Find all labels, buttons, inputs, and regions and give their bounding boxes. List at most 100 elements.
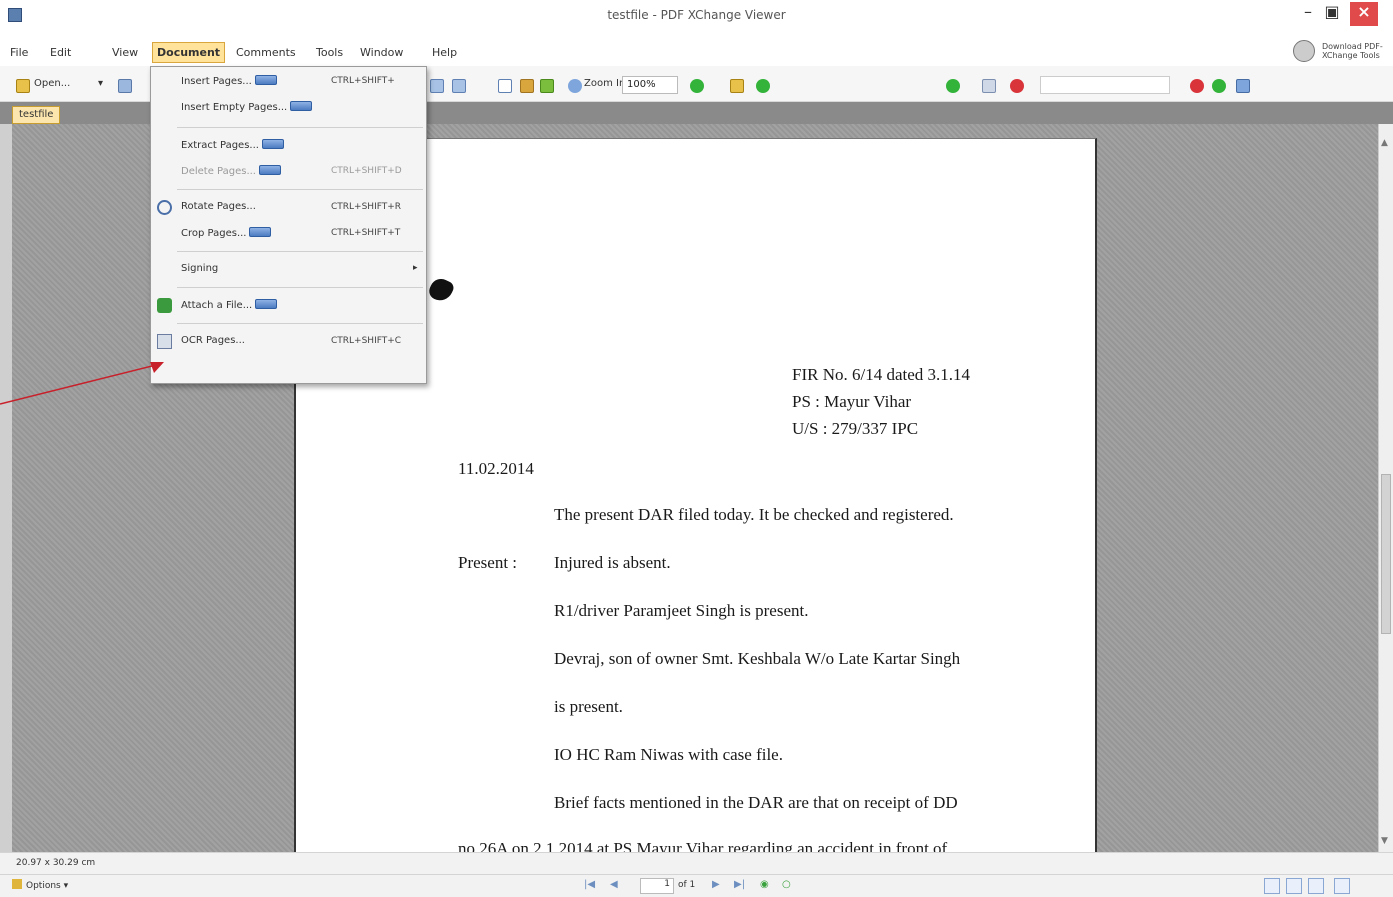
rotate-pages-shortcut: CTRL+SHIFT+R [331, 202, 402, 212]
order-line: Injured is absent. [554, 553, 671, 572]
left-gutter [0, 124, 12, 852]
play-icon[interactable] [946, 79, 960, 93]
scroll-down-icon[interactable]: ▼ [1381, 836, 1388, 846]
single-page-view-icon[interactable] [1264, 878, 1280, 894]
search-icon[interactable] [1190, 79, 1204, 93]
ps-line: PS : Mayur Vihar [792, 392, 912, 411]
order-date: 11.02.2014 [458, 459, 534, 478]
forward-view-icon[interactable]: ○ [782, 879, 791, 890]
menu-item-crop-pages[interactable]: Crop Pages... CTRL+SHIFT+T [151, 223, 428, 245]
menu-separator [177, 127, 423, 128]
attach-file-icon [157, 298, 172, 313]
delete-pages-label: Delete Pages... [181, 165, 281, 177]
back-view-icon[interactable]: ◉ [760, 879, 769, 890]
facing-view-icon[interactable] [1308, 878, 1324, 894]
insert-pages-label: Insert Pages... [181, 75, 277, 87]
close-icon[interactable]: × [1350, 2, 1378, 26]
order-line: no.26A on 2.1.2014 at PS Mayur Vihar reg… [458, 839, 948, 852]
order-line: Devraj, son of owner Smt. Keshbala W/o L… [554, 649, 961, 668]
us-line: U/S : 279/337 IPC [792, 419, 919, 438]
menu-separator [177, 251, 423, 252]
scroll-up-icon[interactable]: ▲ [1381, 138, 1388, 148]
pro-feature-icon [261, 139, 284, 149]
order-line: IO HC Ram Niwas with case file. [554, 745, 783, 764]
menu-document[interactable]: Document [152, 42, 226, 63]
order-line: Brief facts mentioned in the DAR are tha… [554, 793, 958, 812]
hand-tool-icon[interactable] [730, 79, 744, 93]
menu-edit[interactable]: Edit [50, 46, 71, 59]
menu-item-insert-pages[interactable]: Insert Pages... CTRL+SHIFT+ [151, 71, 428, 93]
pro-feature-icon [290, 101, 313, 111]
vertical-scrollbar[interactable]: ▲ ▼ [1378, 124, 1393, 852]
prev-page-icon[interactable]: ◀ [610, 879, 618, 890]
ocr-pages-shortcut: CTRL+SHIFT+C [331, 336, 402, 346]
maximize-icon[interactable]: ▣ [1320, 2, 1344, 26]
snapshot-icon[interactable] [520, 79, 534, 93]
fir-line: FIR No. 6/14 dated 3.1.14 [792, 365, 971, 384]
order-line: is present. [554, 697, 623, 716]
menu-item-rotate-pages[interactable]: Rotate Pages... CTRL+SHIFT+R [151, 197, 428, 219]
pro-feature-icon [255, 299, 278, 309]
pro-feature-icon [254, 75, 277, 85]
continuous-view-icon[interactable] [1286, 878, 1302, 894]
scroll-thumb[interactable] [1381, 474, 1391, 634]
find-next-icon[interactable] [1212, 79, 1226, 93]
menu-item-ocr-pages[interactable]: OCR Pages... CTRL+SHIFT+C [151, 331, 428, 353]
zoom-in-icon[interactable] [568, 79, 582, 93]
stamp-icon[interactable] [1010, 79, 1024, 93]
annotation-arrow-icon [0, 362, 164, 405]
save-icon[interactable] [118, 79, 132, 93]
extract-pages-label: Extract Pages... [181, 139, 284, 151]
minimize-icon[interactable]: – [1296, 2, 1320, 26]
link-icon[interactable] [982, 79, 996, 93]
menu-view[interactable]: View [112, 46, 138, 59]
menu-comments[interactable]: Comments [236, 46, 296, 59]
open-icon[interactable] [16, 79, 30, 93]
download-tools-label[interactable]: Download PDF-XChange Tools [1322, 42, 1384, 60]
select-icon[interactable] [540, 79, 554, 93]
typewriter-icon[interactable] [1236, 79, 1250, 93]
document-menu: Insert Pages... CTRL+SHIFT+ Insert Empty… [150, 66, 427, 384]
open-button[interactable]: Open... [34, 78, 70, 94]
menu-separator [177, 189, 423, 190]
menu-item-delete-pages[interactable]: Delete Pages... CTRL+SHIFT+D [151, 161, 428, 183]
menu-item-signing[interactable]: Signing ▸ [151, 259, 428, 281]
order-line: R1/driver Paramjeet Singh is present. [554, 601, 809, 620]
options-button[interactable]: Options ▾ [12, 879, 68, 891]
crop-pages-label: Crop Pages... [181, 227, 272, 239]
menu-item-extract-pages[interactable]: Extract Pages... [151, 135, 428, 157]
forward-icon[interactable] [756, 79, 770, 93]
menu-window[interactable]: Window [360, 46, 403, 59]
last-page-icon[interactable]: ▶| [734, 879, 745, 890]
attach-file-label: Attach a File... [181, 299, 278, 311]
continuous-facing-view-icon[interactable] [1334, 878, 1350, 894]
menu-file[interactable]: File [10, 46, 28, 59]
present-label: Present : [458, 553, 518, 572]
open-dropdown-icon[interactable]: ▾ [98, 78, 103, 94]
tab-testfile[interactable]: testfile [12, 106, 61, 124]
search-input[interactable] [1040, 76, 1170, 94]
page-nav-icon[interactable] [452, 79, 466, 93]
pro-feature-icon [259, 165, 281, 175]
menu-separator [177, 287, 423, 288]
zoom-in-button[interactable]: Zoom In [584, 78, 625, 94]
ink-mark [426, 275, 456, 305]
menu-help[interactable]: Help [432, 46, 457, 59]
first-page-icon[interactable]: |◀ [584, 879, 595, 890]
menu-item-insert-empty-pages[interactable]: Insert Empty Pages... [151, 97, 428, 119]
zoom-level-field[interactable]: 100% [622, 76, 678, 94]
page-number-field[interactable]: 1 [640, 878, 674, 894]
download-tools-icon[interactable] [1293, 40, 1315, 62]
order-line: The present DAR filed today. It be check… [554, 505, 954, 524]
insert-empty-pages-label: Insert Empty Pages... [181, 101, 313, 113]
page-count: of 1 [678, 880, 696, 890]
page-dimensions: 20.97 x 30.29 cm [16, 858, 96, 868]
next-page-icon[interactable]: ▶ [712, 879, 720, 890]
rotate-icon[interactable] [498, 79, 512, 93]
zoom-plus-icon[interactable] [690, 79, 704, 93]
page-icon[interactable] [430, 79, 444, 93]
signing-label: Signing [181, 263, 219, 274]
menu-item-attach-file[interactable]: Attach a File... [151, 295, 428, 317]
insert-pages-shortcut: CTRL+SHIFT+ [331, 76, 395, 86]
menu-tools[interactable]: Tools [316, 46, 343, 59]
